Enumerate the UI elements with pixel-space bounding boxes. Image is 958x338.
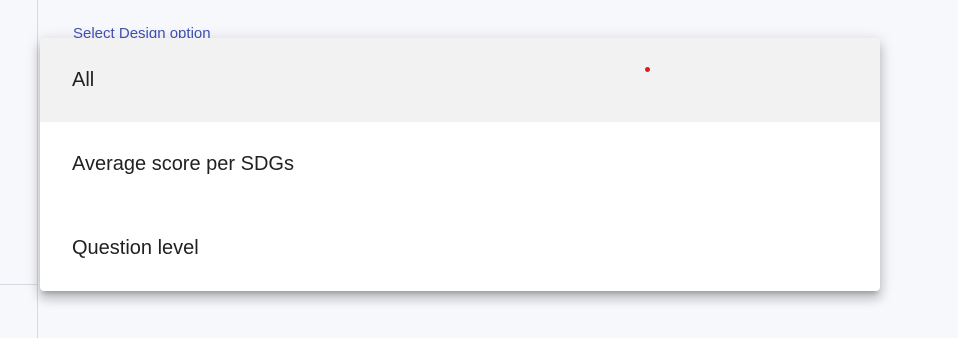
cursor-indicator-dot [645, 67, 650, 72]
option-all[interactable]: All [40, 38, 880, 122]
option-question-level[interactable]: Question level [40, 206, 880, 291]
design-option-dropdown: All Average score per SDGs Question leve… [40, 38, 880, 291]
bottom-divider [0, 284, 38, 285]
option-average-score-per-sdgs[interactable]: Average score per SDGs [40, 122, 880, 206]
left-divider [37, 0, 38, 338]
